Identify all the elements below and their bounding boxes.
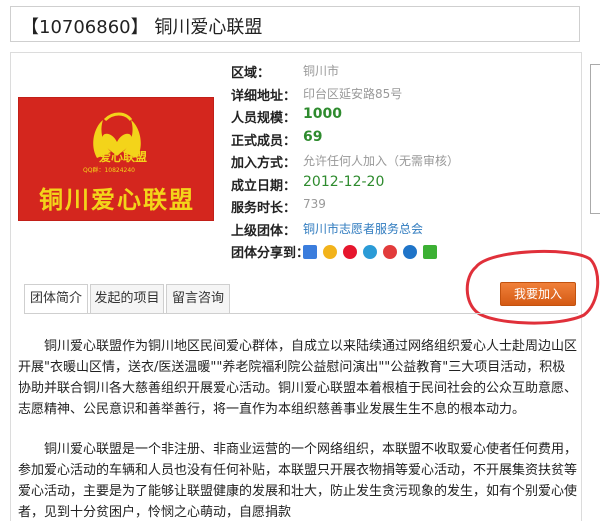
group-info: 区域： 铜川市 详细地址： 印台区延安路85号 人员规模： 1000 正式成员：… (231, 60, 491, 263)
group-description: 铜川爱心联盟作为铜川地区民间爱心群体，自成立以来陆续通过网络组织爱心人士赴周边山… (18, 336, 578, 521)
weibo-icon[interactable] (343, 244, 357, 259)
right-sidebar-edge (588, 52, 600, 521)
logo-qq-text: QQ群：10824240 (83, 167, 135, 174)
tab-projects[interactable]: 发起的项目 (90, 284, 164, 314)
info-row-share: 团体分享到： (231, 240, 491, 263)
wechat-icon[interactable] (423, 244, 437, 259)
info-key: 详细地址： (231, 88, 297, 104)
info-value-region: 铜川市 (303, 64, 340, 78)
info-key: 加入方式： (231, 156, 297, 171)
info-row-address: 详细地址： 印台区延安路85号 (231, 83, 491, 106)
kaixin-icon[interactable] (403, 244, 417, 259)
parent-group-link[interactable]: 铜川市志愿者服务总会 (303, 220, 423, 237)
info-value-size: 1000 (303, 106, 342, 122)
renren-icon[interactable] (383, 244, 397, 259)
info-row-parent-group: 上级团体： 铜川市志愿者服务总会 (231, 218, 491, 241)
page-title: 【10706860】 铜川爱心联盟 (21, 17, 263, 38)
info-key: 人员规模： (231, 111, 297, 126)
info-key: 团体分享到： (231, 246, 310, 261)
info-key: 正式成员： (231, 133, 297, 149)
tencent-weibo-icon[interactable] (363, 244, 377, 259)
info-row-region: 区域： 铜川市 (231, 60, 491, 83)
info-row-service-hours: 服务时长： 739 (231, 195, 491, 218)
description-paragraph: 铜川爱心联盟作为铜川地区民间爱心群体，自成立以来陆续通过网络组织爱心人士赴周边山… (18, 339, 578, 417)
join-button[interactable]: 我要加入 (500, 282, 576, 306)
tab-messages[interactable]: 留言咨询 (166, 284, 230, 314)
info-row-founded: 成立日期： 2012-12-20 (231, 173, 491, 196)
group-logo: 爱心联盟 QQ群：10824240 铜川爱心联盟 (18, 97, 214, 221)
info-value-members: 69 (303, 128, 323, 145)
info-key: 成立日期： (231, 178, 297, 194)
info-value-service-hours: 739 (303, 197, 326, 211)
share-icons (303, 244, 443, 259)
info-key: 上级团体： (231, 223, 297, 239)
page: 【10706860】 铜川爱心联盟 爱心联盟 QQ群：10824240 铜川爱心… (0, 0, 600, 521)
qzone-icon[interactable] (303, 244, 317, 259)
sidebar-panel (590, 64, 600, 214)
tab-divider (24, 313, 578, 314)
star-icon[interactable] (323, 244, 337, 259)
tab-intro[interactable]: 团体简介 (24, 284, 88, 314)
page-title-bar: 【10706860】 铜川爱心联盟 (10, 6, 580, 42)
logo-brand-text: 铜川爱心联盟 (39, 185, 195, 214)
info-value-founded: 2012-12-20 (303, 173, 385, 190)
info-row-join-method: 加入方式： 允许任何人加入（无需审核） (231, 150, 491, 173)
description-paragraph: 铜川爱心联盟是一个非注册、非商业运营的一个网络组织，本联盟不收取爱心使者任何费用… (18, 442, 578, 520)
info-row-members: 正式成员： 69 (231, 128, 491, 151)
info-value-join-method: 允许任何人加入（无需审核） (303, 154, 460, 168)
info-key: 区域： (231, 66, 271, 81)
logo-small-text: 爱心联盟 (99, 150, 148, 164)
info-row-size: 人员规模： 1000 (231, 105, 491, 128)
info-value-address: 印台区延安路85号 (303, 86, 403, 101)
info-key: 服务时长： (231, 201, 297, 216)
